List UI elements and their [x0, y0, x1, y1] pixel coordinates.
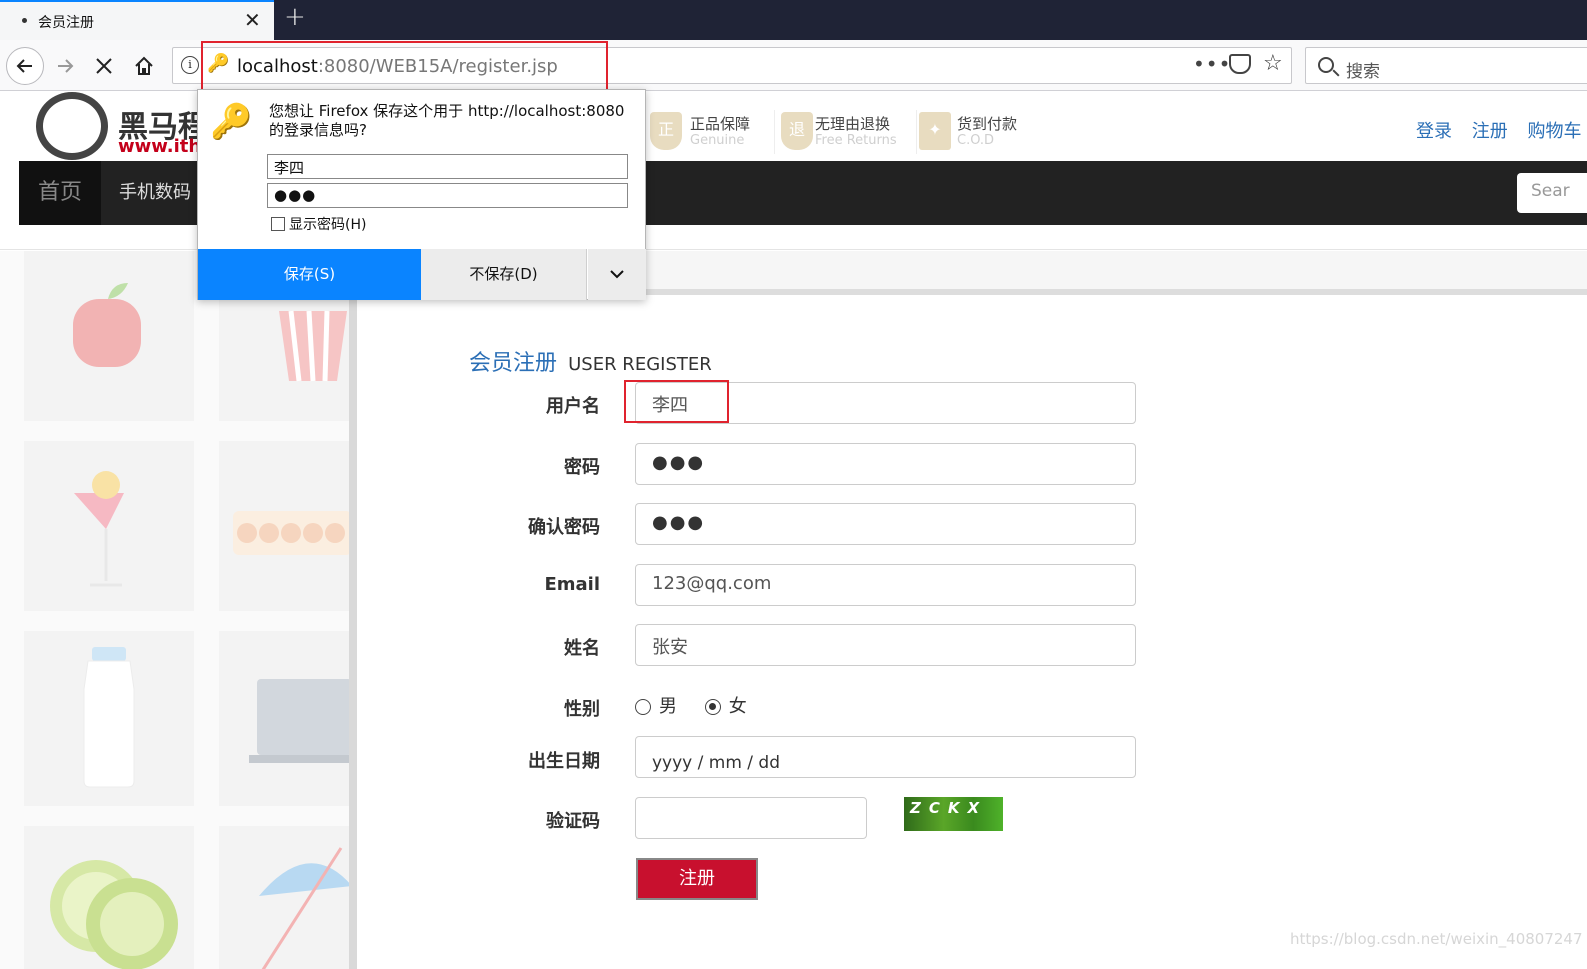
milk-bottle-icon — [83, 647, 135, 788]
captcha-input[interactable] — [635, 797, 867, 839]
promo-subtitle: Genuine — [690, 133, 745, 148]
site-info-icon[interactable]: i — [181, 56, 199, 74]
show-password-label: 显示密码(H) — [289, 217, 367, 233]
show-password-checkbox[interactable]: 显示密码(H) — [271, 214, 366, 234]
popup-password-field[interactable]: ●●● — [267, 183, 628, 208]
checkbox-box[interactable] — [271, 217, 285, 231]
password-input[interactable]: ●●● — [635, 443, 1136, 485]
password-label: 密码 — [564, 457, 600, 478]
eggs-icon — [233, 511, 352, 555]
tile-laptop — [219, 631, 352, 806]
tab-bar: 会员注册 ✕ + — [0, 0, 1587, 40]
laptop-icon — [249, 679, 352, 763]
nav-search-input[interactable]: Sear — [1517, 173, 1587, 213]
returns-shield-icon: 退 — [781, 112, 813, 150]
nav-phone-digital[interactable]: 手机数码 — [119, 161, 191, 225]
form-title-zh: 会员注册 — [469, 351, 558, 376]
register-link[interactable]: 注册 — [1472, 121, 1508, 142]
back-button[interactable] — [6, 47, 44, 85]
tile-umbrella — [219, 826, 352, 969]
username-label: 用户名 — [546, 396, 600, 417]
horse-logo-icon — [36, 92, 108, 160]
page-actions-icon[interactable]: ••• — [1193, 52, 1231, 76]
gift-box-icon: ✦ — [919, 112, 951, 150]
promo-subtitle: C.O.D — [957, 133, 995, 148]
promo-genuine: 正 正品保障 Genuine — [650, 110, 760, 154]
stop-x-icon — [96, 58, 112, 74]
promo-title: 货到付款 — [957, 115, 1018, 133]
cocktail-icon — [74, 471, 124, 587]
watermark: https://blog.csdn.net/weixin_40807247 — [1290, 930, 1583, 948]
save-login-popup: 🔑 您想让 Firefox 保存这个用于 http://localhost:80… — [197, 89, 646, 300]
content-divider — [349, 251, 357, 969]
home-button[interactable] — [127, 49, 161, 83]
top-links: 登录 注册 购物车 — [1416, 117, 1587, 143]
forward-arrow-icon — [58, 59, 74, 73]
cart-link[interactable]: 购物车 — [1527, 121, 1581, 142]
forward-button[interactable] — [48, 49, 82, 83]
genuine-shield-icon: 正 — [650, 112, 682, 150]
tile-kiwi — [24, 826, 194, 969]
username-highlight-box — [624, 380, 729, 423]
captcha-label: 验证码 — [546, 811, 600, 832]
save-button[interactable]: 保存(S) — [198, 249, 421, 300]
search-placeholder: 搜索 — [1346, 62, 1380, 82]
form-title: 会员注册 USER REGISTER — [469, 345, 712, 377]
search-icon — [1318, 57, 1334, 73]
back-arrow-icon — [16, 59, 32, 73]
new-tab-button[interactable]: + — [284, 2, 306, 32]
chevron-down-icon — [610, 270, 624, 279]
name-label: 姓名 — [564, 638, 600, 659]
home-icon — [135, 56, 153, 75]
gender-label: 性别 — [564, 699, 600, 720]
radio-male[interactable] — [635, 699, 651, 715]
tab-close-icon[interactable]: ✕ — [244, 8, 261, 32]
promo-cod: ✦ 货到付款 C.O.D — [916, 110, 1026, 154]
confirm-password-input[interactable]: ●●● — [635, 503, 1136, 545]
stop-button[interactable] — [87, 49, 121, 83]
tile-eggs — [219, 441, 352, 611]
tile-apple — [24, 251, 194, 421]
radio-female[interactable] — [704, 699, 721, 715]
gender-male-label: 男 — [659, 696, 677, 717]
form-title-en: USER REGISTER — [568, 354, 712, 375]
key-icon: 🔑 — [210, 102, 253, 142]
name-input[interactable]: 张安 — [635, 624, 1136, 666]
promo-subtitle: Free Returns — [815, 133, 897, 148]
promo-title: 正品保障 — [690, 115, 751, 133]
promo-title: 无理由退换 — [815, 115, 891, 133]
tile-cocktail — [24, 441, 194, 611]
search-bar[interactable]: 搜索 — [1305, 47, 1587, 84]
apple-icon — [73, 283, 141, 367]
promo-returns: 退 无理由退换 Free Returns — [774, 110, 902, 154]
dont-save-button[interactable]: 不保存(D) — [421, 249, 587, 300]
chevron-down-icon[interactable] — [588, 249, 646, 300]
pocket-icon[interactable] — [1229, 54, 1251, 74]
register-submit-button[interactable]: 注册 — [636, 858, 758, 900]
loading-dot-icon — [22, 18, 27, 23]
nav-home[interactable]: 首页 — [19, 161, 101, 225]
umbrella-icon — [259, 847, 352, 969]
kiwi-icon — [50, 860, 178, 969]
gender-female-label: 女 — [728, 696, 747, 717]
birthday-label: 出生日期 — [528, 751, 600, 772]
login-link[interactable]: 登录 — [1416, 121, 1452, 142]
tile-milk — [24, 631, 194, 806]
captcha-image[interactable]: ZCKX — [904, 797, 1003, 831]
product-tiles-background — [0, 251, 352, 969]
tab-title: 会员注册 — [38, 15, 94, 31]
bookmark-star-icon[interactable]: ☆ — [1263, 51, 1283, 76]
tab-active[interactable]: 会员注册 ✕ — [0, 0, 274, 40]
email-input[interactable]: 123@qq.com — [635, 564, 1136, 606]
email-label: Email — [544, 574, 600, 595]
birthday-input[interactable]: yyyy / mm / dd — [635, 736, 1136, 778]
gender-options: 男 女 — [635, 692, 769, 718]
popup-username-field[interactable]: 李四 — [267, 154, 628, 179]
confirm-password-label: 确认密码 — [528, 517, 600, 538]
gender-female-option[interactable]: 女 — [704, 696, 747, 717]
gender-male-option[interactable]: 男 — [635, 696, 677, 717]
save-login-message: 您想让 Firefox 保存这个用于 http://localhost:8080… — [269, 102, 625, 139]
